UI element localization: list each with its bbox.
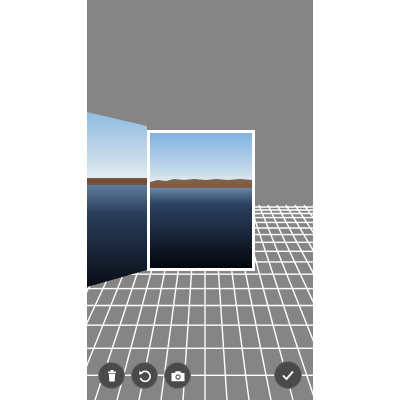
camera-icon: [171, 370, 184, 381]
rotate-button[interactable]: [131, 362, 158, 389]
capture-viewport: [87, 0, 313, 400]
trash-icon: [107, 369, 116, 381]
delete-button[interactable]: [98, 362, 125, 389]
current-capture-frame: [147, 130, 255, 271]
check-icon: [282, 370, 294, 381]
camera-preview-image: [150, 133, 252, 268]
camera-button[interactable]: [164, 362, 191, 389]
rotate-ccw-icon: [138, 370, 151, 382]
done-button[interactable]: [274, 361, 302, 389]
